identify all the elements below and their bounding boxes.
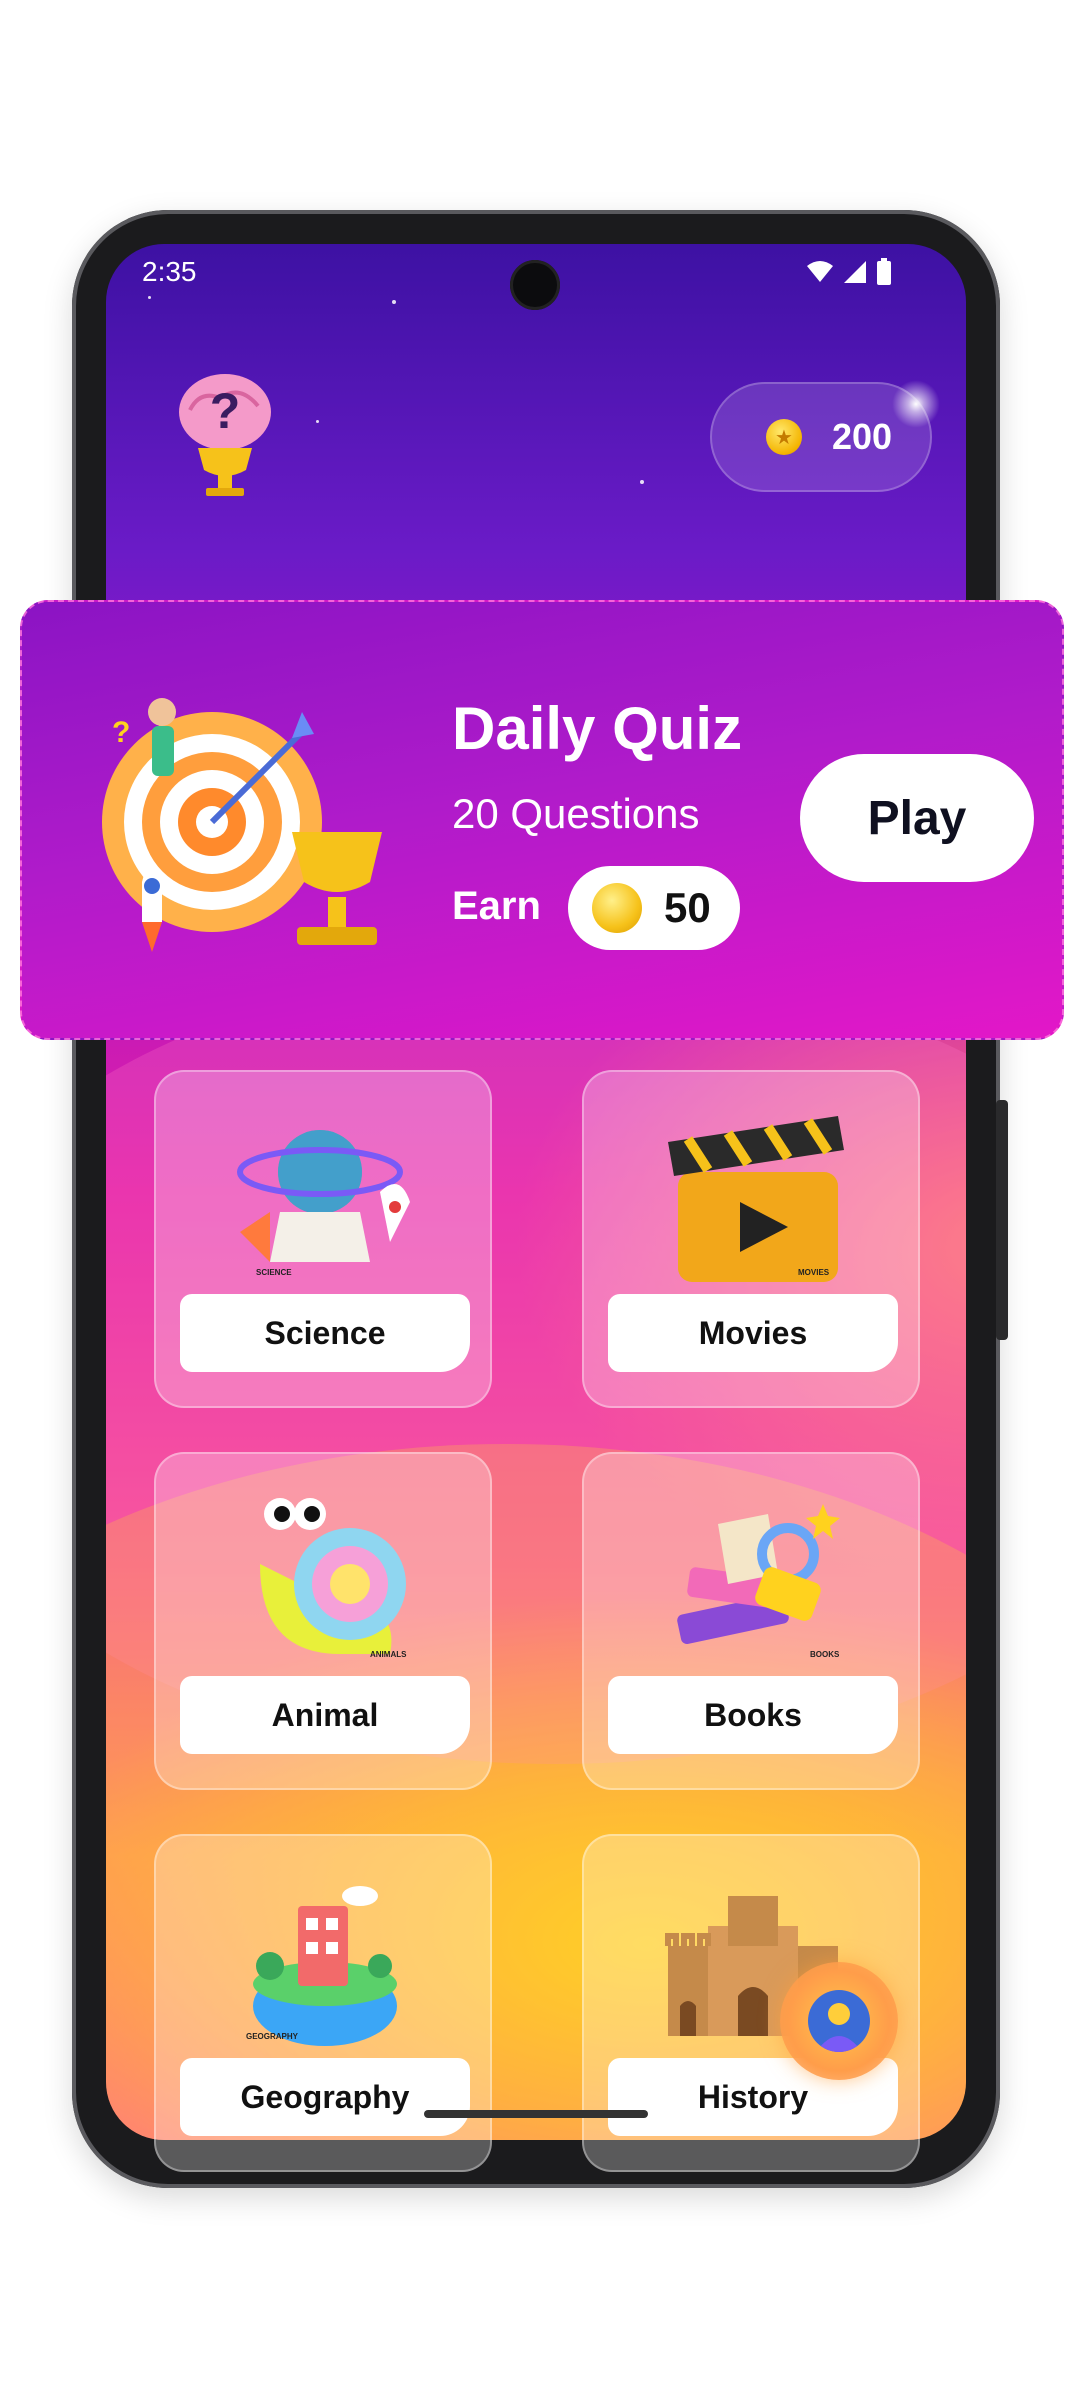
earn-label: Earn [452, 884, 541, 928]
category-label-movies: Movies [608, 1294, 898, 1372]
target-trophy-rocket-icon: ? [102, 698, 382, 952]
movies-clapperboard-icon [668, 1116, 844, 1282]
play-button[interactable]: Play [800, 754, 1034, 882]
profile-fab-button[interactable] [780, 1962, 898, 2080]
background-star [316, 420, 319, 423]
animal-tag: ANIMALS [370, 1650, 407, 1659]
background-star [640, 480, 644, 484]
svg-text:?: ? [210, 383, 241, 439]
category-label-books: Books [608, 1676, 898, 1754]
earn-value: 50 [664, 884, 711, 931]
daily-quiz-title: Daily Quiz [452, 695, 743, 762]
category-card-science[interactable]: SCIENCE Science [154, 1070, 492, 1408]
category-card-movies[interactable]: MOVIES Movies [582, 1070, 920, 1408]
category-label-science: Science [180, 1294, 470, 1372]
coin-count: 200 [832, 416, 893, 457]
signal-icon [844, 261, 866, 283]
background-star [148, 296, 151, 299]
front-camera [510, 260, 560, 310]
category-label-geography: Geography [180, 2058, 470, 2136]
books-icon [677, 1504, 840, 1644]
wifi-icon [807, 261, 833, 282]
coin-icon [592, 883, 642, 933]
science-tag: SCIENCE [256, 1268, 292, 1277]
books-tag: BOOKS [810, 1650, 840, 1659]
background-star [392, 300, 396, 304]
daily-quiz-subtitle: 20 Questions [452, 790, 700, 837]
phone-side-button [996, 1100, 1008, 1340]
avatar-icon [808, 1990, 870, 2052]
sparkle-icon [888, 376, 944, 432]
globe-island-icon [253, 1886, 397, 2046]
movies-tag: MOVIES [798, 1268, 830, 1277]
status-time: 2:35 [142, 256, 197, 287]
category-card-animal[interactable]: ANIMALS Animal [154, 1452, 492, 1790]
coin-icon: ★ [766, 419, 802, 455]
snail-icon [260, 1498, 406, 1654]
category-label-animal: Animal [180, 1676, 470, 1754]
geography-tag: GEOGRAPHY [246, 2032, 299, 2041]
brain-trophy-logo-icon: ? [179, 374, 271, 496]
home-indicator[interactable] [424, 2110, 648, 2118]
user-avatar-icon [816, 2003, 862, 2052]
earn-reward-badge: 50 [568, 866, 740, 950]
category-card-geography[interactable]: GEOGRAPHY Geography [154, 1834, 492, 2172]
daily-quiz-card[interactable]: ? Daily Quiz 20 Questions Earn 50 Play [20, 600, 1064, 1040]
status-icons [806, 258, 892, 286]
category-card-books[interactable]: BOOKS Books [582, 1452, 920, 1790]
science-icon [237, 1130, 410, 1262]
battery-icon [877, 258, 891, 285]
svg-text:?: ? [112, 716, 130, 749]
